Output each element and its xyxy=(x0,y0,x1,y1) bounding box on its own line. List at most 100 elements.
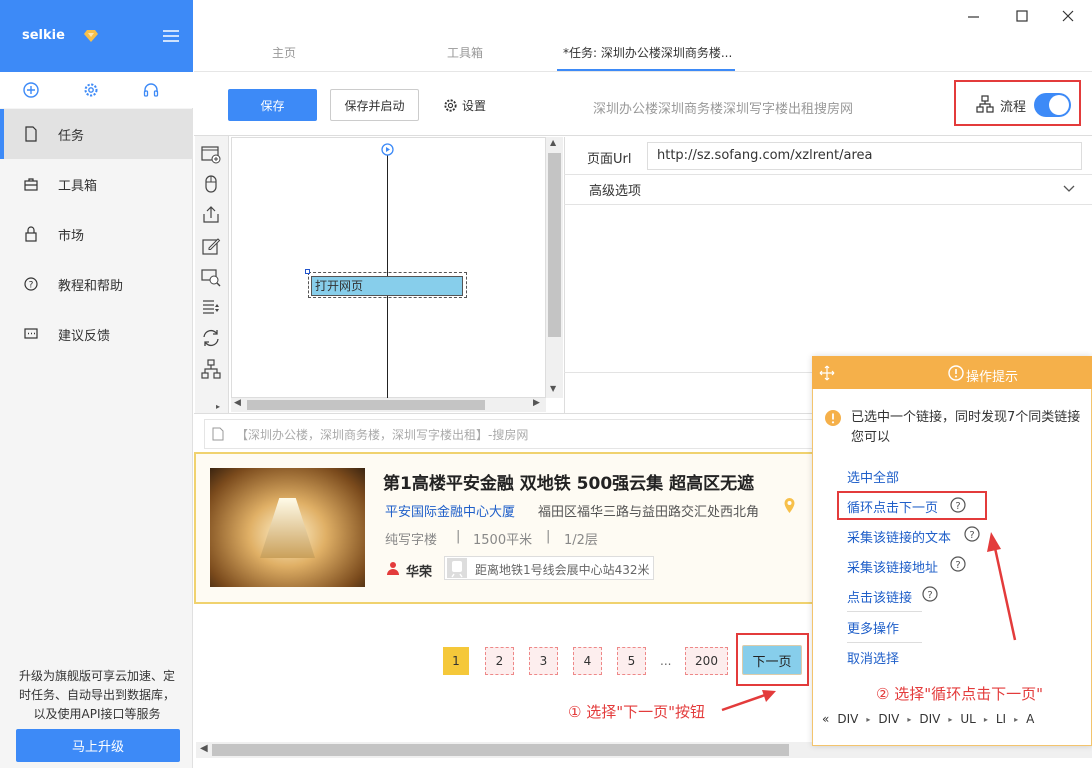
scroll-down-icon[interactable]: ▼ xyxy=(550,384,556,393)
list-tool-icon[interactable] xyxy=(200,296,222,318)
sidebar-item-label: 任务 xyxy=(58,128,85,144)
close-icon[interactable] xyxy=(1062,10,1074,22)
tab-home[interactable]: 主页 xyxy=(272,44,296,61)
listing-type: 纯写字楼 xyxy=(385,533,438,548)
sidebar-item-feedback[interactable]: 建议反馈 xyxy=(0,309,193,359)
tab-toolbox[interactable]: 工具箱 xyxy=(447,44,483,61)
path-separator: ▸ xyxy=(907,714,912,724)
path-item[interactable]: LI xyxy=(996,712,1006,726)
chevron-down-icon[interactable] xyxy=(1063,185,1075,193)
action-click-link[interactable]: 点击该链接 xyxy=(847,587,912,606)
next-page-button[interactable]: 下一页 xyxy=(742,645,802,675)
page-3[interactable]: 3 xyxy=(529,647,558,675)
task-title: 深圳办公楼深圳商务楼深圳写字楼出租搜房网 xyxy=(593,102,854,117)
start-icon xyxy=(381,143,394,156)
scroll-left-icon[interactable]: ◀ xyxy=(200,743,208,754)
help-icon[interactable]: ? xyxy=(950,497,966,513)
refresh-tool-icon[interactable] xyxy=(200,327,222,349)
page-2[interactable]: 2 xyxy=(485,647,514,675)
save-and-start-button[interactable]: 保存并启动 xyxy=(330,89,419,121)
page-1[interactable]: 1 xyxy=(443,647,469,675)
sidebar-item-toolbox[interactable]: 工具箱 xyxy=(0,159,193,209)
scroll-thumb[interactable] xyxy=(247,400,485,410)
page-4[interactable]: 4 xyxy=(573,647,602,675)
listing-agent: 华荣 xyxy=(406,565,433,580)
flow-toggle[interactable] xyxy=(1034,93,1071,117)
path-item[interactable]: A xyxy=(1026,712,1034,726)
minimize-icon[interactable] xyxy=(968,15,980,19)
sidebar-header: selkie xyxy=(0,0,193,72)
listing-building[interactable]: 平安国际金融中心大厦 xyxy=(385,501,515,520)
maximize-icon[interactable] xyxy=(1016,10,1028,22)
document-icon xyxy=(25,126,37,142)
gear-icon xyxy=(444,99,457,112)
scroll-right-icon[interactable]: ▶ xyxy=(533,398,540,408)
lock-icon xyxy=(25,226,37,242)
svg-text:?: ? xyxy=(29,281,34,291)
path-item[interactable]: UL xyxy=(960,712,975,726)
canvas-vscroll[interactable]: ▲ ▼ xyxy=(546,137,563,398)
action-select-all[interactable]: 选中全部 xyxy=(847,467,899,486)
url-input[interactable]: http://sz.sofang.com/xzlrent/area xyxy=(647,142,1082,170)
upgrade-button[interactable]: 马上升级 xyxy=(16,729,180,762)
listing-title[interactable]: 第1高楼平安金融 双地铁 500强云集 超高区无遮 xyxy=(383,469,754,494)
scroll-left-icon[interactable]: ◀ xyxy=(234,398,241,408)
sidebar-item-label: 建议反馈 xyxy=(58,328,111,344)
path-item[interactable]: DIV xyxy=(878,712,899,726)
save-button[interactable]: 保存 xyxy=(228,89,317,121)
add-loop-tool-icon[interactable] xyxy=(200,143,222,165)
path-back-icon[interactable]: « xyxy=(822,712,829,726)
props-divider xyxy=(564,204,1092,205)
branch-tool-icon[interactable] xyxy=(200,358,222,380)
page-200[interactable]: 200 xyxy=(685,647,728,675)
page-icon xyxy=(212,427,224,441)
svg-text:?: ? xyxy=(955,560,960,571)
action-extract-link[interactable]: 采集该链接地址 xyxy=(847,557,938,576)
sidebar-item-help[interactable]: ? 教程和帮助 xyxy=(0,259,193,309)
page-ellipsis: ... xyxy=(660,654,672,668)
sidebar-item-tasks[interactable]: 任务 xyxy=(0,109,193,159)
toggle-knob xyxy=(1049,95,1069,115)
path-item[interactable]: DIV xyxy=(837,712,858,726)
action-cancel-selection[interactable]: 取消选择 xyxy=(847,648,899,667)
mouse-tool-icon[interactable] xyxy=(200,173,222,195)
help-icon[interactable]: ? xyxy=(922,586,938,602)
scroll-thumb[interactable] xyxy=(548,153,561,337)
annotation-arrow-2 xyxy=(987,532,1017,641)
add-icon[interactable] xyxy=(23,82,39,98)
action-loop-click-next[interactable]: 循环点击下一页 xyxy=(847,497,938,516)
help-icon[interactable]: ? xyxy=(950,556,966,572)
gear-icon[interactable] xyxy=(83,82,99,98)
scroll-thumb[interactable] xyxy=(212,744,789,756)
action-more[interactable]: 更多操作 xyxy=(847,618,899,637)
sidebar-item-market[interactable]: 市场 xyxy=(0,209,193,259)
path-separator: ▸ xyxy=(866,714,871,724)
scroll-up-icon[interactable]: ▲ xyxy=(550,138,556,147)
palette-expand-icon[interactable]: ▸ xyxy=(216,402,220,411)
headset-icon[interactable] xyxy=(143,82,159,98)
listing-photo xyxy=(210,468,365,587)
export-tool-icon[interactable] xyxy=(200,204,222,226)
annotation-arrow-1 xyxy=(721,690,776,712)
path-item[interactable]: DIV xyxy=(919,712,940,726)
settings-button[interactable]: 设置 xyxy=(443,97,486,114)
search-tool-icon[interactable] xyxy=(200,266,222,288)
separator: | xyxy=(546,529,551,544)
help-icon[interactable]: ? xyxy=(964,526,980,542)
tab-task[interactable]: *任务: 深圳办公楼深圳商务楼... xyxy=(563,44,732,61)
separator: | xyxy=(456,529,461,544)
menu-icon[interactable] xyxy=(163,30,179,42)
train-icon xyxy=(447,558,467,578)
advanced-options[interactable]: 高级选项 xyxy=(589,180,641,199)
edit-tool-icon[interactable] xyxy=(200,235,222,257)
selection-handle xyxy=(305,269,310,274)
annotation-step2: ② 选择"循环点击下一页" xyxy=(876,685,1044,703)
props-divider xyxy=(564,174,1092,175)
diamond-badge-icon xyxy=(84,30,98,42)
move-icon[interactable] xyxy=(819,365,835,381)
action-extract-text[interactable]: 采集该链接的文本 xyxy=(847,527,951,546)
canvas-hscroll[interactable]: ◀ ▶ xyxy=(231,398,546,412)
flow-canvas[interactable] xyxy=(231,137,546,398)
flow-node-open-page[interactable]: 打开网页 xyxy=(311,276,463,296)
page-5[interactable]: 5 xyxy=(617,647,646,675)
